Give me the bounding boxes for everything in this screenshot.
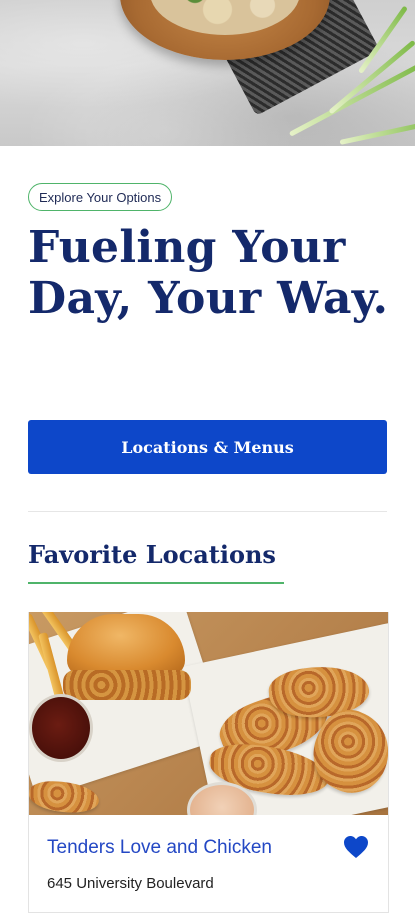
section-title-underline (28, 582, 284, 584)
burger-bun (67, 614, 185, 676)
location-address: 645 University Boulevard (47, 875, 214, 892)
section-divider (28, 511, 387, 512)
explore-options-tag: Explore Your Options (28, 183, 173, 211)
page-headline: Fueling Your Day, Your Way. (28, 222, 389, 324)
locations-menus-button[interactable]: Locations & Menus (28, 420, 387, 474)
bbq-sauce-cup (29, 694, 93, 762)
favorite-location-card[interactable]: Tenders Love and Chicken 645 University … (28, 612, 389, 913)
heart-icon[interactable] (343, 835, 369, 859)
location-name-link[interactable]: Tenders Love and Chicken (47, 837, 272, 859)
favorite-locations-title: Favorite Locations (28, 540, 276, 569)
location-food-image (29, 612, 388, 815)
chicken-patty (63, 670, 191, 700)
hero-banner-image (0, 0, 415, 146)
